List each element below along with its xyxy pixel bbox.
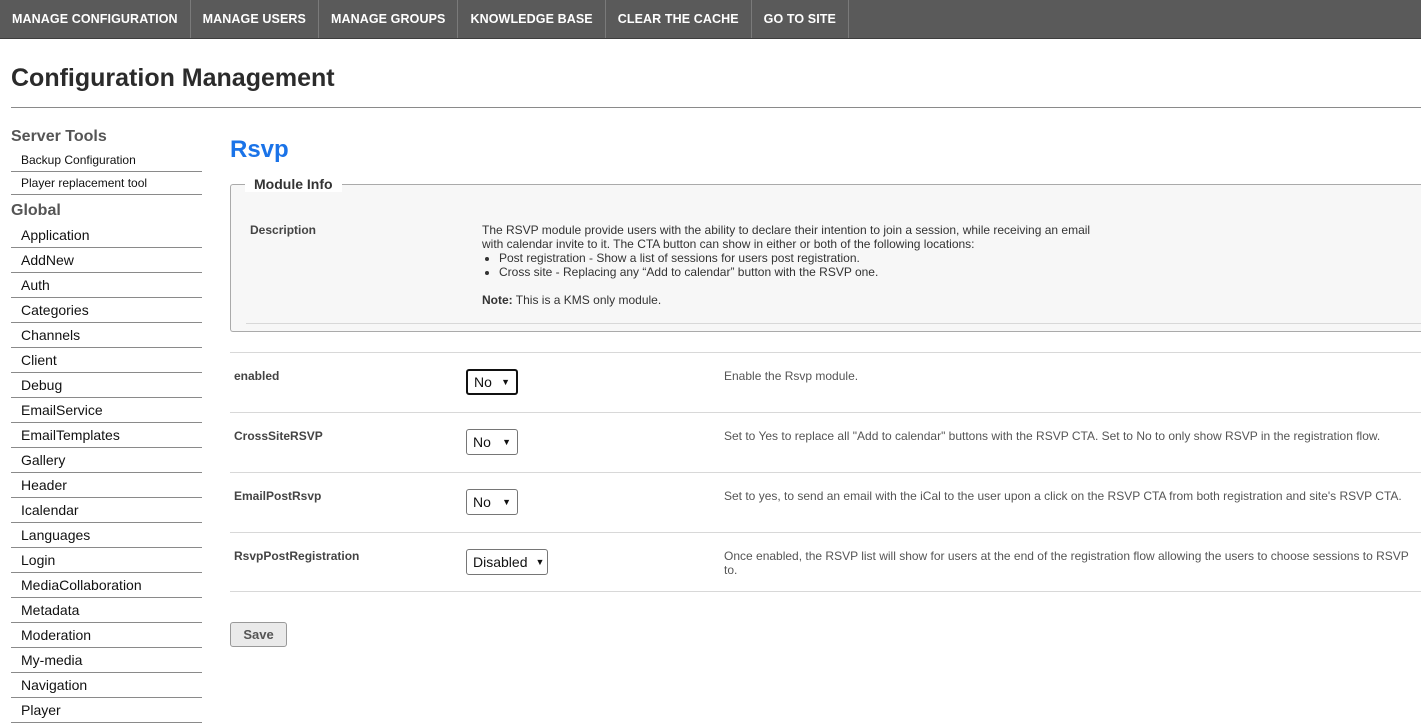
chevron-down-icon: ▼ (501, 377, 510, 387)
setting-row-rsvppostregistration: RsvpPostRegistration Disabled ▼ Once enab… (230, 532, 1421, 592)
nav-knowledge-base[interactable]: KNOWLEDGE BASE (458, 0, 606, 38)
page-title: Configuration Management (11, 64, 335, 92)
enabled-select[interactable]: No ▼ (466, 369, 518, 395)
setting-help: Once enabled, the RSVP list will show fo… (724, 549, 1409, 577)
settings-list: enabled No ▼ Enable the Rsvp module. Cros… (230, 352, 1421, 592)
description-bullets: Post registration - Show a list of sessi… (482, 251, 1102, 279)
note-label: Note: (482, 293, 513, 307)
description-intro: The RSVP module provide users with the a… (482, 223, 1091, 251)
nav-go-to-site[interactable]: GO TO SITE (752, 0, 849, 38)
sidebar-item-debug[interactable]: Debug (11, 373, 202, 398)
description-bullet: Cross site - Replacing any “Add to calen… (499, 265, 1102, 279)
nav-manage-configuration[interactable]: MANAGE CONFIGURATION (0, 0, 191, 38)
nav-manage-users[interactable]: MANAGE USERS (191, 0, 319, 38)
sidebar-item-metadata[interactable]: Metadata (11, 598, 202, 623)
content-area: Rsvp Module Info Description The RSVP mo… (230, 108, 1421, 723)
sidebar-item-player-replacement-tool[interactable]: Player replacement tool (11, 172, 202, 195)
sidebar-item-moderation[interactable]: Moderation (11, 623, 202, 648)
sidebar-group-global: Global (11, 202, 61, 219)
sidebar-item-my-media[interactable]: My-media (11, 648, 202, 673)
sidebar-item-auth[interactable]: Auth (11, 273, 202, 298)
save-button[interactable]: Save (230, 622, 287, 647)
sidebar-item-addnew[interactable]: AddNew (11, 248, 202, 273)
sidebar-item-gallery[interactable]: Gallery (11, 448, 202, 473)
sidebar-item-header[interactable]: Header (11, 473, 202, 498)
note-text: This is a KMS only module. (512, 293, 662, 307)
setting-help: Enable the Rsvp module. (724, 369, 859, 383)
sidebar-item-mediacollaboration[interactable]: MediaCollaboration (11, 573, 202, 598)
top-navigation-bar: MANAGE CONFIGURATION MANAGE USERS MANAGE… (0, 0, 1421, 39)
description-bullet: Post registration - Show a list of sessi… (499, 251, 1102, 265)
chevron-down-icon: ▼ (502, 497, 511, 507)
module-info-legend: Module Info (245, 176, 342, 192)
chevron-down-icon: ▼ (535, 557, 545, 567)
sidebar: Server Tools Backup Configuration Player… (11, 108, 202, 723)
nav-clear-the-cache[interactable]: CLEAR THE CACHE (606, 0, 752, 38)
crosssitersvp-select[interactable]: No ▼ (466, 429, 518, 455)
sidebar-item-application[interactable]: Application (11, 223, 202, 248)
sidebar-item-channels[interactable]: Channels (11, 323, 202, 348)
select-value: No (474, 374, 492, 390)
setting-help: Set to yes, to send an email with the iC… (724, 489, 1402, 503)
sidebar-item-backup-configuration[interactable]: Backup Configuration (11, 149, 202, 172)
select-value: Disabled (473, 554, 528, 570)
chevron-down-icon: ▼ (502, 437, 511, 447)
sidebar-item-emailservice[interactable]: EmailService (11, 398, 202, 423)
sidebar-item-client[interactable]: Client (11, 348, 202, 373)
select-value: No (473, 494, 491, 510)
setting-row-emailpostrsvp: EmailPostRsvp No ▼ Set to yes, to send an… (230, 472, 1421, 532)
emailpostrsvp-select[interactable]: No ▼ (466, 489, 518, 515)
sidebar-item-emailtemplates[interactable]: EmailTemplates (11, 423, 202, 448)
setting-row-crosssitersvp: CrossSiteRSVP No ▼ Set to Yes to replace … (230, 412, 1421, 472)
description-note: Note: This is a KMS only module. (482, 293, 1102, 307)
nav-manage-groups[interactable]: MANAGE GROUPS (319, 0, 459, 38)
setting-help: Set to Yes to replace all "Add to calend… (724, 429, 1381, 443)
setting-name: enabled (234, 369, 280, 383)
rsvppostregistration-select[interactable]: Disabled ▼ (466, 549, 548, 575)
description-body: The RSVP module provide users with the a… (482, 223, 1102, 307)
module-info-panel: Module Info Description The RSVP module … (230, 176, 1421, 332)
sidebar-item-icalendar[interactable]: Icalendar (11, 498, 202, 523)
sidebar-item-categories[interactable]: Categories (11, 298, 202, 323)
setting-name: RsvpPostRegistration (234, 549, 360, 563)
sidebar-item-login[interactable]: Login (11, 548, 202, 573)
sidebar-item-navigation[interactable]: Navigation (11, 673, 202, 698)
description-label: Description (250, 223, 317, 237)
select-value: No (473, 434, 491, 450)
setting-name: EmailPostRsvp (234, 489, 322, 503)
sidebar-item-player[interactable]: Player (11, 698, 202, 723)
module-info-divider (246, 323, 1421, 324)
sidebar-group-server-tools: Server Tools (11, 128, 107, 145)
module-title: Rsvp (230, 136, 289, 163)
sidebar-item-languages[interactable]: Languages (11, 523, 202, 548)
main-layout: Server Tools Backup Configuration Player… (0, 108, 1421, 723)
setting-row-enabled: enabled No ▼ Enable the Rsvp module. (230, 352, 1421, 412)
setting-name: CrossSiteRSVP (234, 429, 323, 443)
